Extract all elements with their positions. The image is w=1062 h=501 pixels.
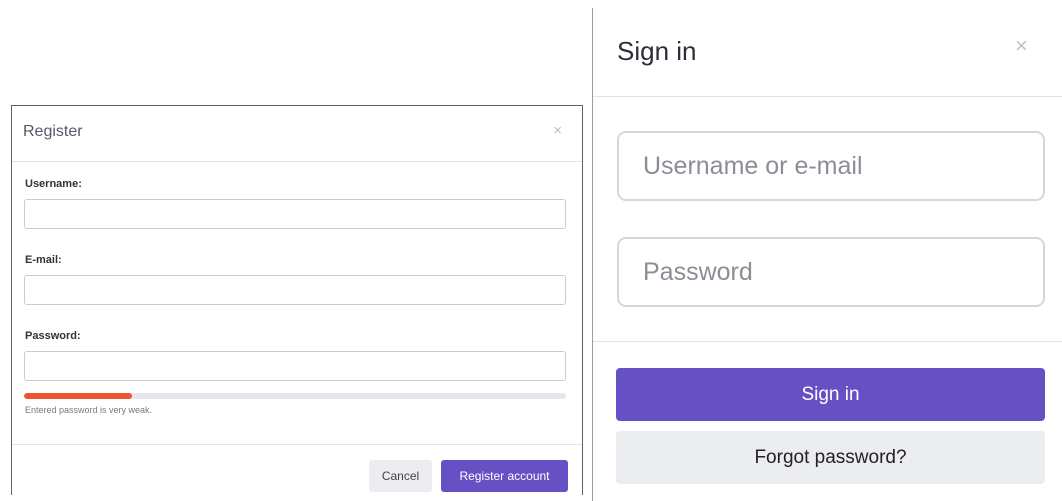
email-label: E-mail: bbox=[25, 254, 62, 266]
register-footer-divider bbox=[12, 444, 582, 445]
signin-dialog: Sign in × Sign in Forgot password? bbox=[593, 0, 1062, 501]
register-title: Register bbox=[23, 123, 83, 140]
signin-title: Sign in bbox=[617, 36, 697, 66]
password-strength-meter bbox=[24, 393, 566, 399]
password-input[interactable] bbox=[24, 351, 566, 381]
cancel-button[interactable]: Cancel bbox=[369, 460, 432, 492]
password-strength-message: Entered password is very weak. bbox=[25, 405, 153, 415]
register-account-button[interactable]: Register account bbox=[441, 460, 568, 492]
forgot-password-button[interactable]: Forgot password? bbox=[616, 431, 1045, 484]
signin-header-divider bbox=[593, 96, 1062, 97]
username-or-email-input[interactable] bbox=[617, 131, 1045, 201]
email-input[interactable] bbox=[24, 275, 566, 305]
register-dialog-header: Register × bbox=[12, 106, 582, 162]
password-label: Password: bbox=[25, 330, 81, 342]
close-icon[interactable]: × bbox=[553, 122, 562, 139]
username-input[interactable] bbox=[24, 199, 566, 229]
register-dialog: Register × Username: E-mail: Password: E… bbox=[11, 105, 583, 495]
close-icon[interactable]: × bbox=[1015, 33, 1028, 59]
sign-in-button[interactable]: Sign in bbox=[616, 368, 1045, 421]
signin-footer-divider bbox=[593, 341, 1062, 342]
password-input[interactable] bbox=[617, 237, 1045, 307]
password-strength-fill bbox=[24, 393, 133, 399]
username-label: Username: bbox=[25, 178, 82, 190]
